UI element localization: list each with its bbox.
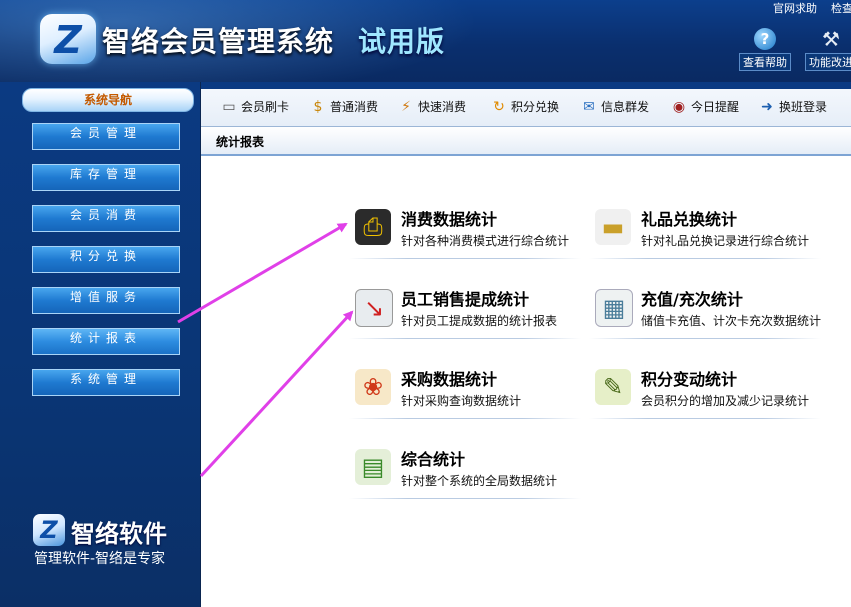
report-purchase-stats[interactable]: ❀ 采购数据统计 针对采购查询数据统计 bbox=[349, 363, 581, 419]
report-desc: 针对员工提成数据的统计报表 bbox=[401, 314, 558, 328]
report-panel: ⎙ 消费数据统计 针对各种消费模式进行综合统计 ▬ 礼品兑换统计 针对礼品兑换记… bbox=[201, 156, 851, 607]
tools-icon: ⚒ bbox=[822, 27, 840, 51]
toolbar-normal-consume-button[interactable]: $ 普通消费 bbox=[309, 96, 378, 116]
sidebar-title: 系统导航 bbox=[22, 88, 194, 112]
money-chart-icon: ▤ bbox=[355, 449, 391, 485]
report-staff-commission-stats[interactable]: ↘ 员工销售提成统计 针对员工提成数据的统计报表 bbox=[349, 283, 581, 339]
quick-toolbar: ▭ 会员刷卡 $ 普通消费 ⚡ 快速消费 ↻ 积分兑换 ✉ 信息群发 ◉ 今日提醒 ➜ 换班登… bbox=[201, 82, 851, 127]
divider bbox=[589, 338, 821, 339]
sidebar-item-points-exchange[interactable]: 积分兑换 bbox=[32, 246, 180, 273]
sidebar-item-inventory-management[interactable]: 库存管理 bbox=[32, 164, 180, 191]
divider bbox=[349, 418, 581, 419]
report-recharge-stats[interactable]: ▦ 充值/充次统计 储值卡充值、计次卡充次数据统计 bbox=[589, 283, 821, 339]
toolbar-today-reminder-button[interactable]: ◉ 今日提醒 bbox=[670, 96, 739, 116]
toolbar-shift-login-button[interactable]: ➜ 换班登录 bbox=[758, 96, 827, 116]
view-help-button[interactable]: ? 查看帮助 bbox=[730, 28, 800, 71]
toolbar-points-exchange-button[interactable]: ↻ 积分兑换 bbox=[490, 96, 559, 116]
divider bbox=[349, 258, 581, 259]
report-title: 积分变动统计 bbox=[641, 370, 738, 389]
report-desc: 储值卡充值、计次卡充次数据统计 bbox=[641, 314, 822, 328]
report-title: 综合统计 bbox=[401, 450, 466, 469]
divider bbox=[589, 418, 821, 419]
toolbar-member-swipe-button[interactable]: ▭ 会员刷卡 bbox=[220, 96, 289, 116]
divider bbox=[349, 498, 581, 499]
check-link[interactable]: 检查 bbox=[831, 0, 851, 16]
sidebar-item-value-added-services[interactable]: 增值服务 bbox=[32, 287, 180, 314]
feature-improve-button[interactable]: ⚒ 功能改进 bbox=[796, 28, 851, 71]
brand-name: 智络软件 bbox=[71, 520, 167, 548]
calculator-icon: ▦ bbox=[595, 289, 633, 327]
report-desc: 会员积分的增加及减少记录统计 bbox=[641, 394, 810, 408]
notepad-icon: ✎ bbox=[595, 369, 631, 405]
mail-icon: ✉ bbox=[583, 98, 595, 115]
points-exchange-icon: ↻ bbox=[493, 98, 505, 115]
sidebar-item-statistics-reports[interactable]: 统计报表 bbox=[32, 328, 180, 355]
fast-pay-icon: ⚡ bbox=[401, 98, 411, 115]
section-title: 统计报表 bbox=[216, 135, 265, 149]
app-title: 智络会员管理系统 bbox=[102, 25, 335, 58]
sidebar-item-member-management[interactable]: 会员管理 bbox=[32, 123, 180, 150]
fruit-basket-icon: ❀ bbox=[355, 369, 391, 405]
clock-icon: ◉ bbox=[672, 98, 686, 115]
report-overall-stats[interactable]: ▤ 综合统计 针对整个系统的全局数据统计 bbox=[349, 443, 581, 499]
section-header: 统计报表 bbox=[201, 127, 851, 156]
report-title: 消费数据统计 bbox=[401, 210, 498, 229]
brand-logo-icon: Z bbox=[33, 514, 65, 546]
brand-slogan: 管理软件-智络是专家 bbox=[34, 551, 166, 567]
sidebar-item-system-management[interactable]: 系统管理 bbox=[32, 369, 180, 396]
report-desc: 针对各种消费模式进行综合统计 bbox=[401, 234, 570, 248]
sidebar: 系统导航 会员管理 库存管理 会员消费 积分兑换 增值服务 统计报表 系统管理 … bbox=[0, 82, 201, 607]
shift-login-icon: ➜ bbox=[761, 98, 773, 115]
feature-improve-label: 功能改进 bbox=[805, 53, 851, 71]
report-desc: 针对采购查询数据统计 bbox=[401, 394, 522, 408]
report-title: 充值/充次统计 bbox=[641, 290, 743, 309]
view-help-label: 查看帮助 bbox=[739, 53, 791, 71]
report-desc: 针对礼品兑换记录进行综合统计 bbox=[641, 234, 810, 248]
toolbar-quick-consume-button[interactable]: ⚡ 快速消费 bbox=[397, 96, 466, 116]
cards-icon: ▬ bbox=[595, 209, 631, 245]
report-consumption-stats[interactable]: ⎙ 消费数据统计 针对各种消费模式进行综合统计 bbox=[349, 203, 581, 259]
report-title: 员工销售提成统计 bbox=[401, 290, 530, 309]
pos-terminal-icon: ⎙ bbox=[355, 209, 391, 245]
toolbar-top-strip bbox=[201, 82, 851, 89]
report-title: 采购数据统计 bbox=[401, 370, 498, 389]
monitor-chart-icon: ↘ bbox=[355, 289, 393, 327]
report-points-change-stats[interactable]: ✎ 积分变动统计 会员积分的增加及减少记录统计 bbox=[589, 363, 821, 419]
toolbar-mass-message-button[interactable]: ✉ 信息群发 bbox=[580, 96, 649, 116]
card-swipe-icon: ▭ bbox=[222, 98, 236, 115]
divider bbox=[349, 338, 581, 339]
divider bbox=[589, 258, 821, 259]
report-gift-exchange-stats[interactable]: ▬ 礼品兑换统计 针对礼品兑换记录进行综合统计 bbox=[589, 203, 821, 259]
brand-logo: Z 智络软件 bbox=[33, 514, 183, 548]
sidebar-item-member-consumption[interactable]: 会员消费 bbox=[32, 205, 180, 232]
report-title: 礼品兑换统计 bbox=[641, 210, 738, 229]
official-help-link[interactable]: 官网求助 bbox=[773, 0, 817, 16]
report-desc: 针对整个系统的全局数据统计 bbox=[401, 474, 558, 488]
app-title-suffix: 试用版 bbox=[358, 25, 446, 58]
app-logo-icon: Z bbox=[40, 14, 96, 64]
app-header: Z 智络会员管理系统 试用版 官网求助 检查 ? 查看帮助 ⚒ 功能改进 bbox=[0, 0, 851, 82]
help-icon: ? bbox=[754, 28, 776, 50]
money-bag-icon: $ bbox=[313, 98, 323, 115]
